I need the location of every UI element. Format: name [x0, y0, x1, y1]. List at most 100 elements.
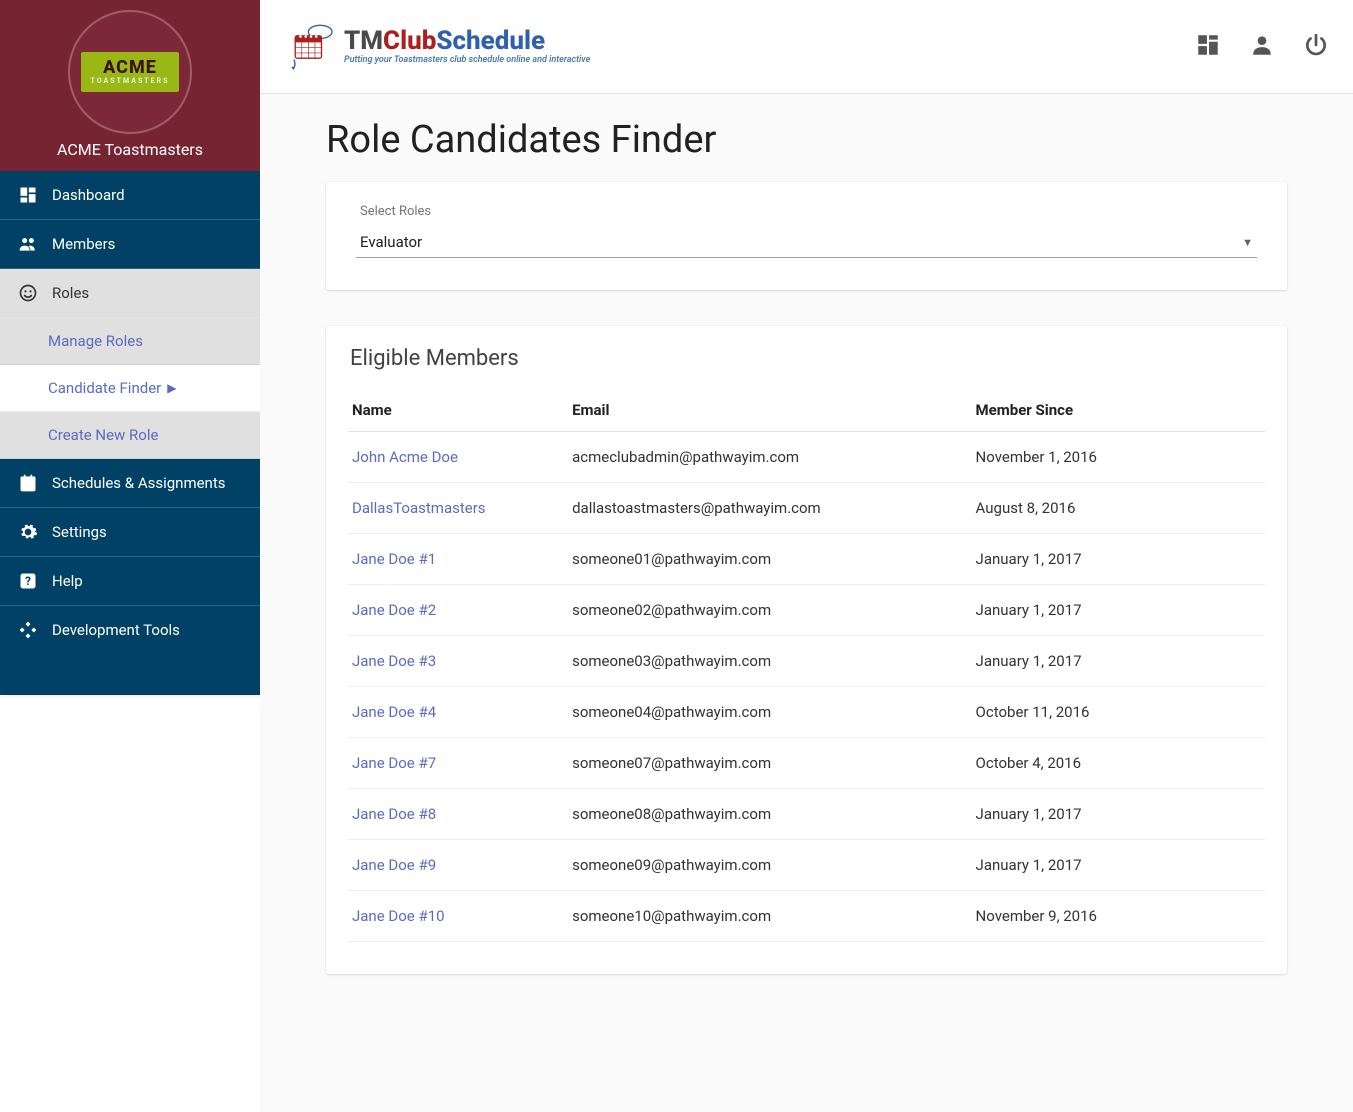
club-logo-text-small: TOASTMASTERS: [91, 77, 170, 85]
cell-member-since: January 1, 2017: [972, 534, 1265, 585]
topbar: TMClubSchedule Putting your Toastmasters…: [260, 0, 1353, 94]
select-roles-value: Evaluator: [360, 233, 422, 251]
sidebar-item-help[interactable]: ? Help: [0, 557, 260, 606]
cell-email: someone01@pathwayim.com: [568, 534, 971, 585]
cell-name: Jane Doe #8: [348, 789, 568, 840]
sidebar-item-label: Development Tools: [52, 621, 180, 639]
member-link[interactable]: Jane Doe #7: [352, 754, 436, 772]
sidebar-item-label: Help: [52, 572, 83, 590]
cell-name: Jane Doe #2: [348, 585, 568, 636]
cell-name: Jane Doe #9: [348, 840, 568, 891]
member-link[interactable]: Jane Doe #3: [352, 652, 436, 670]
brand-title-schedule: Schedule: [436, 26, 545, 56]
sidebar-nav: Dashboard Members Roles Manage Roles Can…: [0, 171, 260, 654]
page-title: Role Candidates Finder: [326, 118, 1287, 162]
club-logo: ACME TOASTMASTERS: [68, 10, 192, 134]
cell-email: acmeclubadmin@pathwayim.com: [568, 432, 971, 483]
brand-subtitle: Putting your Toastmasters club schedule …: [344, 56, 590, 65]
devtools-icon: [18, 620, 38, 640]
sidebar-item-label: Settings: [52, 523, 107, 541]
cell-name: Jane Doe #4: [348, 687, 568, 738]
cell-member-since: January 1, 2017: [972, 585, 1265, 636]
cell-email: someone07@pathwayim.com: [568, 738, 971, 789]
cell-email: someone02@pathwayim.com: [568, 585, 971, 636]
col-member-since: Member Since: [972, 389, 1265, 432]
account-button[interactable]: [1249, 32, 1275, 62]
dashboard-button[interactable]: [1195, 32, 1221, 62]
member-link[interactable]: Jane Doe #9: [352, 856, 436, 874]
member-link[interactable]: Jane Doe #1: [352, 550, 436, 568]
sidebar-item-settings[interactable]: Settings: [0, 508, 260, 557]
grid-icon: [1195, 32, 1221, 58]
sidebar-item-label: Dashboard: [52, 186, 125, 204]
sidebar-subnav-roles: Manage Roles Candidate Finder ▶ Create N…: [0, 318, 260, 459]
member-link[interactable]: John Acme Doe: [352, 448, 458, 466]
club-logo-inner: ACME TOASTMASTERS: [81, 52, 179, 92]
cell-member-since: October 11, 2016: [972, 687, 1265, 738]
brand-title: TMClubSchedule: [344, 28, 590, 54]
sidebar-item-devtools[interactable]: Development Tools: [0, 606, 260, 654]
power-icon: [1303, 32, 1329, 58]
sidebar-subitem-create-role[interactable]: Create New Role: [0, 412, 260, 459]
person-icon: [1249, 32, 1275, 58]
cell-member-since: August 8, 2016: [972, 483, 1265, 534]
cell-name: John Acme Doe: [348, 432, 568, 483]
cell-email: someone08@pathwayim.com: [568, 789, 971, 840]
member-link[interactable]: DallasToastmasters: [352, 499, 486, 517]
chevron-down-icon: ▼: [1242, 236, 1253, 249]
member-link[interactable]: Jane Doe #4: [352, 703, 436, 721]
cell-member-since: November 9, 2016: [972, 891, 1265, 942]
sidebar-subitem-label: Create New Role: [48, 426, 158, 444]
sidebar-item-roles[interactable]: Roles: [0, 269, 260, 318]
cell-name: Jane Doe #7: [348, 738, 568, 789]
table-row: Jane Doe #8 someone08@pathwayim.comJanuar…: [348, 789, 1265, 840]
cell-email: someone04@pathwayim.com: [568, 687, 971, 738]
member-link[interactable]: Jane Doe #10: [352, 907, 445, 925]
sidebar-item-members[interactable]: Members: [0, 220, 260, 269]
brand-text: TMClubSchedule Putting your Toastmasters…: [344, 28, 590, 65]
sidebar-item-label: Schedules & Assignments: [52, 474, 225, 492]
sidebar-item-label: Members: [52, 235, 115, 253]
event-icon: [18, 473, 38, 493]
sidebar-item-schedules[interactable]: Schedules & Assignments: [0, 459, 260, 508]
sidebar-subitem-manage-roles[interactable]: Manage Roles: [0, 318, 260, 365]
brand: TMClubSchedule Putting your Toastmasters…: [288, 24, 590, 70]
eligible-members-table: Name Email Member Since John Acme Doe acm…: [348, 389, 1265, 942]
table-header-row: Name Email Member Since: [348, 389, 1265, 432]
sidebar-subitem-label: Candidate Finder: [48, 379, 161, 397]
sidebar: ACME TOASTMASTERS ACME Toastmasters Dash…: [0, 0, 260, 695]
sidebar-header: ACME TOASTMASTERS ACME Toastmasters: [0, 0, 260, 171]
table-row: Jane Doe #2 someone02@pathwayim.comJanuar…: [348, 585, 1265, 636]
table-row: Jane Doe #3someone03@pathwayim.comJanuar…: [348, 636, 1265, 687]
svg-text:?: ?: [25, 574, 31, 588]
sidebar-subitem-label: Manage Roles: [48, 332, 143, 350]
help-icon: ?: [18, 571, 38, 591]
cell-name: Jane Doe #10: [348, 891, 568, 942]
cell-name: Jane Doe #3: [348, 636, 568, 687]
eligible-members-card: Eligible Members Name Email Member Since…: [326, 326, 1287, 974]
cell-email: someone09@pathwayim.com: [568, 840, 971, 891]
sidebar-item-dashboard[interactable]: Dashboard: [0, 171, 260, 220]
member-link[interactable]: Jane Doe #2: [352, 601, 436, 619]
brand-title-tm: TM: [344, 26, 383, 56]
face-icon: [18, 283, 38, 303]
cell-name: Jane Doe #1: [348, 534, 568, 585]
table-row: Jane Doe #9 someone09@pathwayim.comJanuar…: [348, 840, 1265, 891]
sidebar-subitem-candidate-finder[interactable]: Candidate Finder ▶: [0, 365, 260, 412]
col-email: Email: [568, 389, 971, 432]
table-row: Jane Doe #10someone10@pathwayim.comNovem…: [348, 891, 1265, 942]
gear-icon: [18, 522, 38, 542]
club-name: ACME Toastmasters: [0, 140, 260, 159]
member-link[interactable]: Jane Doe #8: [352, 805, 436, 823]
table-row: Jane Doe #4 someone04@pathwayim.comOctobe…: [348, 687, 1265, 738]
cell-member-since: January 1, 2017: [972, 840, 1265, 891]
topbar-actions: [1195, 32, 1329, 62]
cell-email: someone03@pathwayim.com: [568, 636, 971, 687]
select-roles-label: Select Roles: [360, 204, 1265, 219]
cell-member-since: November 1, 2016: [972, 432, 1265, 483]
table-row: Jane Doe #7someone07@pathwayim.comOctobe…: [348, 738, 1265, 789]
select-roles-dropdown[interactable]: Evaluator ▼: [356, 227, 1257, 258]
cell-member-since: January 1, 2017: [972, 789, 1265, 840]
power-button[interactable]: [1303, 32, 1329, 62]
calendar-logo-icon: [288, 24, 334, 70]
